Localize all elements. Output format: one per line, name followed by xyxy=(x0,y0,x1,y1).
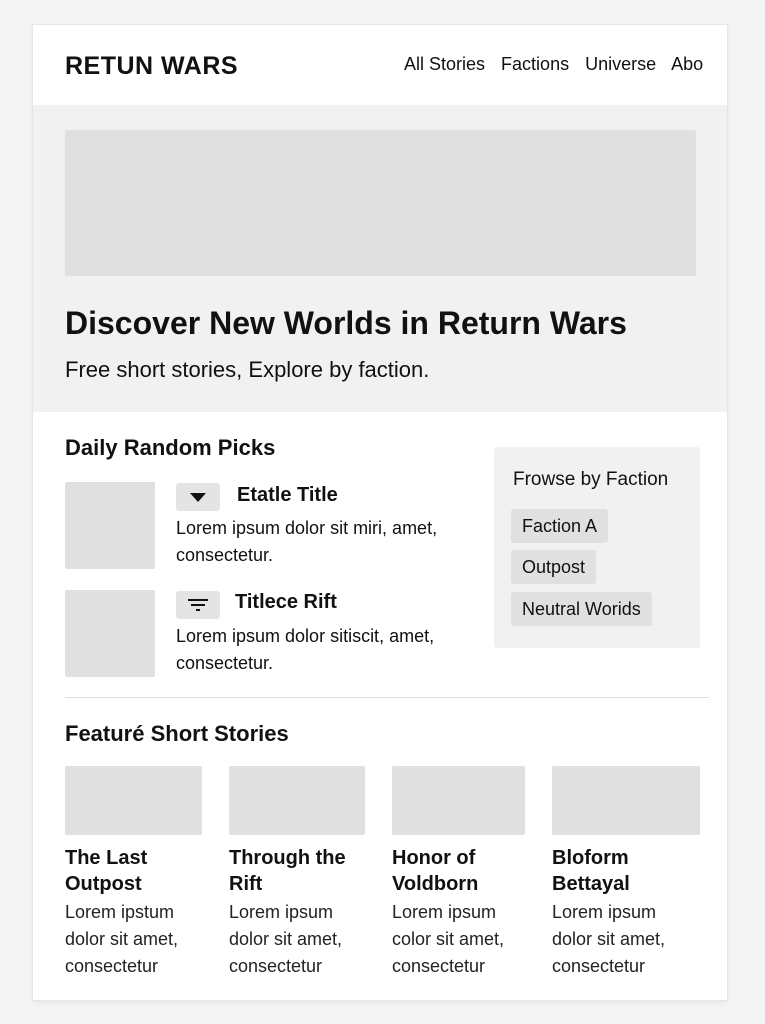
story-title[interactable]: Honor of Voldborn xyxy=(392,845,525,897)
story-thumbnail[interactable] xyxy=(229,766,365,835)
story-card[interactable]: Bloform Bettayal Lorem ipsum dolor sit a… xyxy=(552,766,700,980)
nav-factions[interactable]: Factions xyxy=(501,54,569,74)
faction-panel-title: Frowse by Faction xyxy=(513,469,669,490)
hero-image-placeholder xyxy=(65,130,696,276)
story-thumbnail[interactable] xyxy=(552,766,700,835)
dropdown-triangle-icon[interactable] xyxy=(176,483,220,511)
story-card[interactable]: Honor of Voldborn Lorem ipsum color sit … xyxy=(392,766,525,980)
browse-by-faction-panel: Frowse by Faction Faction A Outpost Neut… xyxy=(494,447,700,648)
hero-subtitle: Free short stories, Explore by faction. xyxy=(65,357,430,382)
story-card[interactable]: Through the Rift Lorem ipsum dolor sit a… xyxy=(229,766,365,980)
hero-title: Discover New Worlds in Return Wars xyxy=(65,305,627,341)
daily-pick-item[interactable]: Titlece Rift Lorem ipsum dolor sitiscit,… xyxy=(65,590,485,678)
pick-description: Lorem ipsum dolor sitiscit, amet, consec… xyxy=(176,626,435,673)
story-description: Lorem ipstum dolor sit amet, consectetur xyxy=(65,902,179,976)
story-title[interactable]: Bloform Bettayal xyxy=(552,845,672,897)
filter-icon[interactable] xyxy=(176,591,220,619)
pick-thumbnail[interactable] xyxy=(65,590,155,677)
story-card[interactable]: The Last Outpost Lorem ipstum dolor sit … xyxy=(65,766,202,980)
section-divider xyxy=(65,697,709,698)
daily-pick-item[interactable]: Etatle Title Lorem ipsum dolor sit miri,… xyxy=(65,482,485,570)
nav-about[interactable]: Abo xyxy=(671,54,703,74)
hero-section: Discover New Worlds in Return Wars Free … xyxy=(33,105,727,412)
pick-thumbnail[interactable] xyxy=(65,482,155,569)
faction-chip-neutral-worlds[interactable]: Neutral Worids xyxy=(511,592,652,626)
pick-title[interactable]: Titlece Rift xyxy=(235,591,337,614)
faction-chip-a[interactable]: Faction A xyxy=(511,509,609,543)
page-container: RETUN WARS All Stories Factions Universe… xyxy=(33,25,727,1000)
nav-universe[interactable]: Universe xyxy=(585,54,656,74)
story-description: Lorem ipsum color sit amet, consectetur xyxy=(392,902,505,976)
story-description: Lorem ipsum dolor sit amet, consectetur xyxy=(229,902,343,976)
site-logo[interactable]: RETUN WARS xyxy=(65,52,238,81)
daily-picks-title: Daily Random Picks xyxy=(65,435,276,460)
site-header: RETUN WARS All Stories Factions Universe… xyxy=(33,25,727,105)
story-thumbnail[interactable] xyxy=(392,766,525,835)
story-title[interactable]: The Last Outpost xyxy=(65,845,202,897)
pick-description: Lorem ipsum dolor sit miri, amet, consec… xyxy=(176,518,438,565)
story-thumbnail[interactable] xyxy=(65,766,202,835)
pick-title[interactable]: Etatle Title xyxy=(237,484,338,507)
story-description: Lorem ipsum dolor sit amet, consectetur xyxy=(552,902,666,976)
main-nav: All Stories Factions Universe Abo xyxy=(404,54,714,75)
featured-stories-title: Featuré Short Stories xyxy=(65,721,289,746)
faction-chip-outpost[interactable]: Outpost xyxy=(511,550,597,584)
nav-all-stories[interactable]: All Stories xyxy=(404,54,485,74)
story-title[interactable]: Through the Rift xyxy=(229,845,365,897)
